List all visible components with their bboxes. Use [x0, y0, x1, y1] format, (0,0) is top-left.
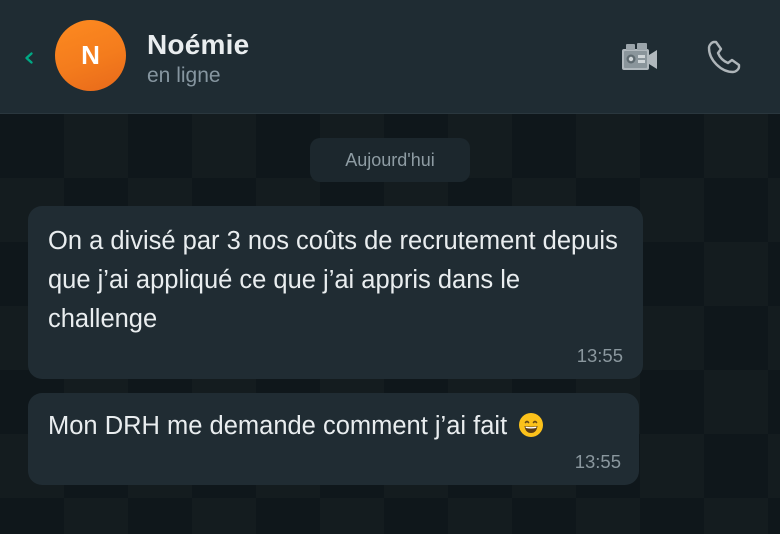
date-chip: Aujourd'hui — [310, 138, 470, 182]
message-bubble[interactable]: Mon DRH me demande comment j’ai fait 13:… — [28, 393, 639, 485]
back-chevron-icon[interactable] — [22, 51, 36, 65]
message-time: 13:55 — [574, 451, 621, 472]
message-text-container: Mon DRH me demande comment j’ai fait — [48, 407, 544, 446]
message-bubble[interactable]: On a divisé par 3 nos coûts de recruteme… — [28, 206, 643, 379]
contact-name[interactable]: Noémie — [147, 29, 249, 61]
avatar[interactable]: N — [55, 20, 126, 91]
message-time: 13:55 — [576, 345, 623, 366]
grinning-face-with-smiling-eyes-icon — [519, 413, 544, 437]
message-text: Mon DRH me demande comment j’ai fait — [48, 412, 508, 440]
phone-icon[interactable] — [705, 38, 743, 76]
contact-status: en ligne — [147, 64, 221, 87]
message-text: On a divisé par 3 nos coûts de recruteme… — [48, 227, 618, 333]
video-call-icon[interactable] — [620, 40, 660, 74]
chat-header: N Noémie en ligne — [0, 0, 780, 114]
